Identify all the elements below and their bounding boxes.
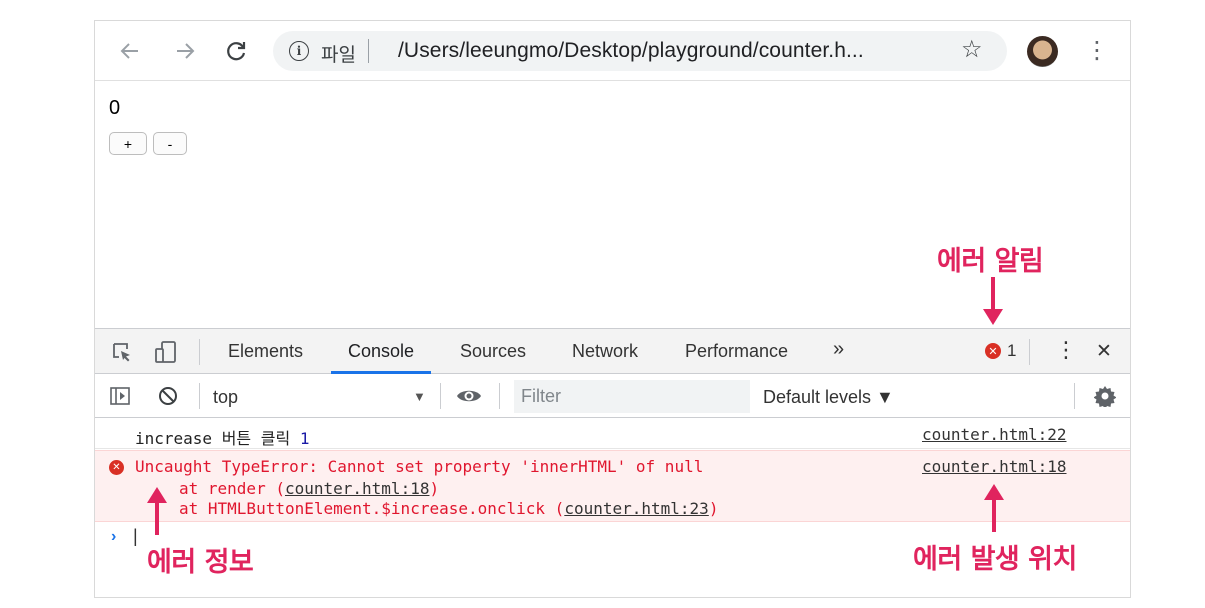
back-button[interactable] <box>115 36 145 66</box>
toolbar-divider <box>440 383 441 409</box>
error-count[interactable]: 1 <box>1007 341 1016 361</box>
inspect-cursor-icon <box>113 343 130 362</box>
log-message: increase 버튼 클릭 1 <box>135 425 309 449</box>
address-bar[interactable]: i 파일 /Users/leeungmo/Desktop/playground/… <box>273 31 1007 71</box>
arrow-right-icon <box>177 43 195 59</box>
stack-frame-text: ) <box>429 479 440 498</box>
console-toolbar: top ▼ Default levels ▼ <box>95 375 1130 418</box>
console-log-row: increase 버튼 클릭 1 counter.html:22 <box>95 419 1130 449</box>
stack-frame-onclick: at HTMLButtonElement.$increase.onclick (… <box>179 499 718 518</box>
reload-icon <box>227 42 246 61</box>
device-toolbar-button[interactable] <box>153 339 179 365</box>
annotation-error-alert: 에러 알림 <box>937 246 1044 277</box>
profile-avatar[interactable] <box>1027 36 1058 67</box>
scheme-label: 파일 <box>321 45 356 66</box>
context-dropdown-icon[interactable]: ▼ <box>413 389 426 404</box>
toolbar-divider <box>1029 339 1030 365</box>
arrow-left-icon <box>120 43 138 59</box>
omnibox-divider <box>368 39 369 63</box>
stack-frame-text: at HTMLButtonElement.$increase.onclick ( <box>179 499 565 518</box>
close-devtools-icon[interactable]: ✕ <box>1096 340 1112 363</box>
device-icon <box>155 341 176 363</box>
stack-frame-render: at render (counter.html:18) <box>179 479 439 498</box>
live-expression-button[interactable] <box>456 383 482 409</box>
toolbar-divider <box>499 383 500 409</box>
clear-console-icon <box>159 387 177 405</box>
sidebar-toggle-icon <box>110 387 130 405</box>
tab-sources[interactable]: Sources <box>460 341 526 362</box>
console-settings-button[interactable] <box>1092 383 1118 409</box>
filter-input[interactable] <box>514 380 750 413</box>
error-badge-icon[interactable]: ✕ <box>985 343 1001 359</box>
forward-button[interactable] <box>170 36 200 66</box>
error-source-link[interactable]: counter.html:18 <box>922 457 1067 476</box>
decrease-button[interactable]: - <box>153 132 187 155</box>
arrow-up-icon <box>984 484 1004 532</box>
stack-frame-text: at render ( <box>179 479 285 498</box>
info-icon[interactable]: i <box>289 41 309 61</box>
more-tabs-button[interactable]: » <box>833 338 844 361</box>
counter-value: 0 <box>109 97 121 119</box>
browser-menu-icon[interactable]: ⋮ <box>1085 34 1109 68</box>
arrow-down-icon <box>983 277 1003 325</box>
toolbar-divider <box>1074 383 1075 409</box>
browser-toolbar: i 파일 /Users/leeungmo/Desktop/playground/… <box>95 21 1130 81</box>
tab-console[interactable]: Console <box>348 341 414 362</box>
browser-window: i 파일 /Users/leeungmo/Desktop/playground/… <box>94 20 1131 598</box>
stack-frame-link[interactable]: counter.html:23 <box>564 499 709 518</box>
bookmark-star-icon[interactable]: ☆ <box>961 35 983 64</box>
tab-network[interactable]: Network <box>572 341 638 362</box>
reload-button[interactable] <box>221 36 251 66</box>
error-icon: ✕ <box>109 460 124 475</box>
inspect-element-button[interactable] <box>109 339 135 365</box>
log-value: 1 <box>299 429 310 448</box>
stack-frame-text: ) <box>708 499 719 518</box>
tab-performance[interactable]: Performance <box>685 341 788 362</box>
error-message: Uncaught TypeError: Cannot set property … <box>135 457 704 476</box>
console-prompt-icon: › <box>111 528 117 545</box>
log-source-link[interactable]: counter.html:22 <box>922 425 1067 444</box>
log-levels-dropdown[interactable]: Default levels ▼ <box>763 387 894 408</box>
arrow-up-icon <box>147 487 167 535</box>
context-select[interactable]: top <box>213 387 238 408</box>
sidebar-toggle-button[interactable] <box>107 383 133 409</box>
clear-console-button[interactable] <box>155 383 181 409</box>
devtools-tab-bar: Elements Console Sources Network Perform… <box>95 328 1130 374</box>
tab-elements[interactable]: Elements <box>228 341 303 362</box>
toolbar-divider <box>199 383 200 409</box>
devtools-menu-icon[interactable]: ⋮ <box>1055 337 1077 363</box>
increase-button[interactable]: + <box>109 132 147 155</box>
eye-icon <box>457 390 481 402</box>
console-input[interactable]: | <box>133 526 138 547</box>
log-text: increase 버튼 클릭 <box>135 429 300 448</box>
annotation-error-info: 에러 정보 <box>147 547 254 578</box>
console-error-row: ✕ Uncaught TypeError: Cannot set propert… <box>95 450 1130 522</box>
gear-icon <box>1094 386 1116 407</box>
stack-frame-link[interactable]: counter.html:18 <box>285 479 430 498</box>
active-tab-indicator <box>331 371 431 374</box>
annotation-error-location: 에러 발생 위치 <box>913 544 1077 575</box>
toolbar-divider <box>199 339 200 365</box>
url-text[interactable]: /Users/leeungmo/Desktop/playground/count… <box>398 39 864 63</box>
